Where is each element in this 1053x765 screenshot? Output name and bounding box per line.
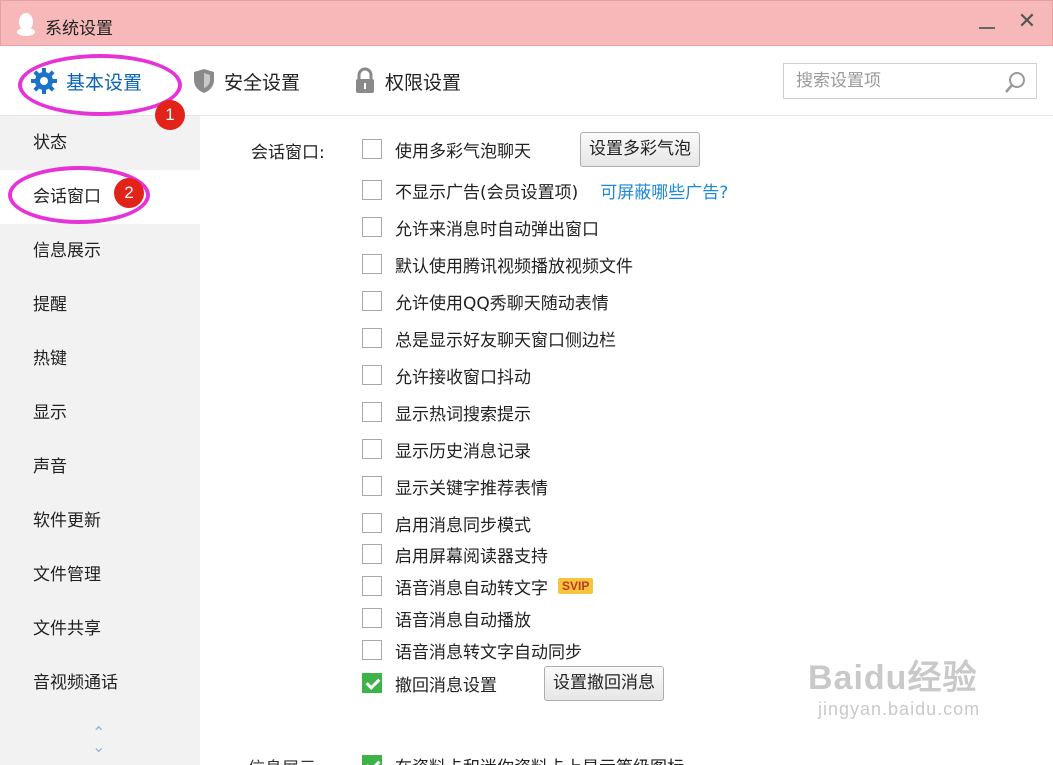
sidebar-scroll-arrows-icon[interactable]: ⌃ ⌄ (92, 725, 105, 755)
option-label: 撤回消息设置 (395, 675, 497, 696)
option-label: 启用消息同步模式 (395, 515, 531, 536)
checkbox[interactable] (362, 576, 382, 596)
option-label: 语音消息自动转文字 (395, 578, 548, 599)
option-label: 启用屏幕阅读器支持 (395, 546, 548, 567)
tab-label: 安全设置 (224, 71, 301, 94)
option-label: 显示热词搜索提示 (395, 404, 531, 425)
shield-icon (194, 69, 214, 93)
sidebar-item-software-update[interactable]: 软件更新 (0, 494, 200, 548)
sidebar-item-file-sharing[interactable]: 文件共享 (0, 602, 200, 656)
tab-basic-settings[interactable]: 基本设置 (30, 64, 142, 98)
checkbox[interactable] (362, 513, 382, 533)
tab-label: 权限设置 (385, 71, 462, 94)
sidebar-item-av-call[interactable]: 音视频通话 (0, 656, 200, 710)
option-label: 默认使用腾讯视频播放视频文件 (395, 256, 633, 277)
sidebar-item-chat-window[interactable]: 会话窗口 (0, 170, 200, 224)
option-label: 显示历史消息记录 (395, 441, 531, 462)
tab-label: 基本设置 (66, 71, 143, 94)
sidebar-item-display[interactable]: 显示 (0, 386, 200, 440)
checkbox[interactable] (362, 328, 382, 348)
sidebar-item-reminder[interactable]: 提醒 (0, 278, 200, 332)
watermark-url: jingyan.baidu.com (818, 699, 981, 719)
close-button[interactable]: ✕ (1016, 11, 1038, 33)
option-row: 默认使用腾讯视频播放视频文件 (362, 251, 633, 277)
option-label: 不显示广告(会员设置项) (395, 182, 579, 203)
checkbox-checked[interactable] (362, 673, 382, 693)
option-row: 总是显示好友聊天窗口侧边栏 (362, 325, 616, 351)
option-row: 语音消息转文字自动同步 (362, 637, 582, 663)
search-box (783, 63, 1037, 99)
sidebar-item-file-management[interactable]: 文件管理 (0, 548, 200, 602)
search-icon[interactable] (1004, 70, 1028, 94)
option-row: 允许接收窗口抖动 (362, 362, 531, 388)
annotation-badge: 1 (155, 100, 185, 130)
option-row: 允许使用QQ秀聊天随动表情 (362, 288, 609, 314)
option-label: 允许来消息时自动弹出窗口 (395, 219, 599, 240)
checkbox[interactable] (362, 640, 382, 660)
checkbox[interactable] (362, 476, 382, 496)
gear-icon (31, 68, 57, 94)
minimize-button[interactable] (978, 15, 996, 33)
checkbox[interactable] (362, 291, 382, 311)
ads-info-link[interactable]: 可屏蔽哪些广告? (600, 178, 728, 203)
option-label: 在资料卡和迷你资料卡上显示等级图标 (395, 753, 684, 765)
lock-icon (356, 67, 374, 93)
option-label: 显示关键字推荐表情 (395, 478, 548, 499)
checkbox[interactable] (362, 139, 382, 159)
checkbox[interactable] (362, 365, 382, 385)
option-row: 显示热词搜索提示 (362, 399, 531, 425)
svip-badge: SVIP (558, 578, 594, 594)
option-row: 撤回消息设置 (362, 670, 497, 696)
option-label: 允许接收窗口抖动 (395, 367, 531, 388)
window-title: 系统设置 (45, 19, 113, 39)
tab-security-settings[interactable]: 安全设置 (192, 64, 300, 98)
search-input[interactable] (784, 64, 994, 98)
option-label: 使用多彩气泡聊天 (395, 141, 531, 162)
option-row: 不显示广告(会员设置项) 可屏蔽哪些广告? (362, 177, 728, 203)
baidu-watermark: Baidu经验 jingyan.baidu.com (808, 650, 980, 720)
watermark-brand: Baidu经验 (808, 659, 978, 697)
option-row: 显示关键字推荐表情 (362, 473, 548, 499)
option-label: 语音消息转文字自动同步 (395, 642, 582, 663)
option-row: 启用屏幕阅读器支持 (362, 541, 548, 567)
checkbox[interactable] (362, 217, 382, 237)
title-bar: 系统设置 ✕ (0, 0, 1053, 46)
option-row: 启用消息同步模式 (362, 510, 531, 536)
next-section-label: 信息展示: (248, 754, 322, 765)
option-row: 显示历史消息记录 (362, 436, 531, 462)
annotation-badge: 2 (114, 178, 144, 208)
option-row: 使用多彩气泡聊天 (362, 136, 531, 162)
set-bubble-button[interactable]: 设置多彩气泡 (580, 132, 700, 167)
sidebar: 状态 会话窗口 信息展示 提醒 热键 显示 声音 软件更新 文件管理 文件共享 … (0, 116, 200, 765)
sidebar-item-sound[interactable]: 声音 (0, 440, 200, 494)
checkbox[interactable] (362, 608, 382, 628)
checkbox[interactable] (362, 402, 382, 422)
set-recall-button[interactable]: 设置撤回消息 (544, 666, 664, 701)
checkbox[interactable] (362, 439, 382, 459)
option-row: 允许来消息时自动弹出窗口 (362, 214, 599, 240)
sidebar-item-info-display[interactable]: 信息展示 (0, 224, 200, 278)
checkbox-checked[interactable] (362, 755, 382, 765)
checkbox[interactable] (362, 544, 382, 564)
checkbox[interactable] (362, 180, 382, 200)
option-label: 总是显示好友聊天窗口侧边栏 (395, 330, 616, 351)
tab-permission-settings[interactable]: 权限设置 (353, 64, 461, 98)
next-option-row: 在资料卡和迷你资料卡上显示等级图标 (362, 752, 684, 765)
option-label: 允许使用QQ秀聊天随动表情 (395, 293, 609, 314)
qq-penguin-icon (17, 13, 35, 36)
option-label: 语音消息自动播放 (395, 610, 531, 631)
sidebar-item-hotkeys[interactable]: 热键 (0, 332, 200, 386)
option-row: 语音消息自动播放 (362, 605, 531, 631)
section-label: 会话窗口: (251, 143, 325, 163)
checkbox[interactable] (362, 254, 382, 274)
option-row: 语音消息自动转文字 SVIP (362, 573, 594, 599)
